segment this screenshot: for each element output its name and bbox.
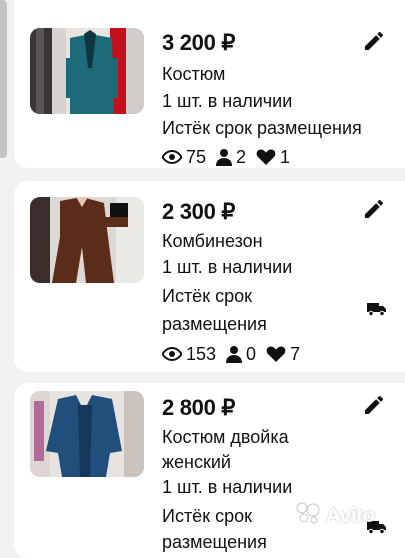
avito-logo-icon (296, 502, 322, 530)
listing-info: 2 300 ₽ Комбинезон 1 шт. в наличии Истёк… (162, 199, 345, 366)
watermark-text: Avito (326, 504, 376, 527)
listing-card[interactable]: 2 300 ₽ Комбинезон 1 шт. в наличии Истёк… (14, 181, 405, 372)
listing-status: Истёк срок размещения (162, 118, 362, 138)
listing-info: 2 800 ₽ Костюм двойка женский 1 шт. в на… (162, 395, 345, 555)
listing-status-line1: Истёк срок (162, 286, 252, 306)
listing-status-line2: размещения (162, 532, 267, 552)
listing-photo[interactable] (30, 197, 144, 283)
listing-stock: 1 шт. в наличии (162, 477, 293, 497)
edit-button[interactable] (362, 393, 388, 419)
listing-title-line2: женский (162, 452, 231, 472)
contacts-count: 0 (246, 344, 257, 364)
listing-photo[interactable] (30, 391, 144, 477)
pencil-icon (362, 200, 386, 225)
listing-title: Костюм (162, 64, 226, 84)
listing-photo[interactable] (30, 28, 144, 114)
contacts-count: 2 (236, 147, 247, 167)
scroll-indicator (0, 0, 7, 158)
views-count: 75 (186, 147, 207, 167)
heart-icon (256, 148, 276, 166)
listing-title-line1: Костюм двойка (162, 427, 289, 447)
listing-stats: 153 0 7 (162, 342, 345, 366)
listing-card[interactable]: 2 800 ₽ Костюм двойка женский 1 шт. в на… (14, 383, 405, 558)
edit-button[interactable] (362, 197, 388, 223)
listing-info: 3 200 ₽ Костюм 1 шт. в наличии Истёк сро… (162, 30, 362, 169)
favorites-count: 7 (290, 344, 301, 364)
pencil-icon (362, 396, 386, 421)
favorites-count: 1 (280, 147, 291, 167)
views-count: 153 (186, 344, 217, 364)
edit-button[interactable] (362, 29, 388, 55)
person-icon (216, 148, 233, 166)
listing-stock: 1 шт. в наличии (162, 257, 293, 277)
listing-price: 2 300 ₽ (162, 199, 236, 224)
heart-icon (266, 345, 286, 363)
person-icon (226, 345, 243, 363)
pencil-icon (362, 32, 386, 57)
listing-card[interactable]: 3 200 ₽ Костюм 1 шт. в наличии Истёк сро… (14, 0, 405, 168)
listing-price: 3 200 ₽ (162, 30, 236, 55)
eye-icon (162, 150, 182, 164)
listing-title: Комбинезон (162, 231, 263, 251)
eye-icon (162, 347, 182, 361)
delivery-truck-icon (367, 302, 387, 317)
listing-stats: 75 2 1 (162, 145, 345, 169)
listing-stock: 1 шт. в наличии (162, 91, 293, 111)
listing-price: 2 800 ₽ (162, 395, 236, 420)
avito-watermark: Avito (296, 502, 375, 530)
listing-status-line2: размещения (162, 314, 267, 334)
